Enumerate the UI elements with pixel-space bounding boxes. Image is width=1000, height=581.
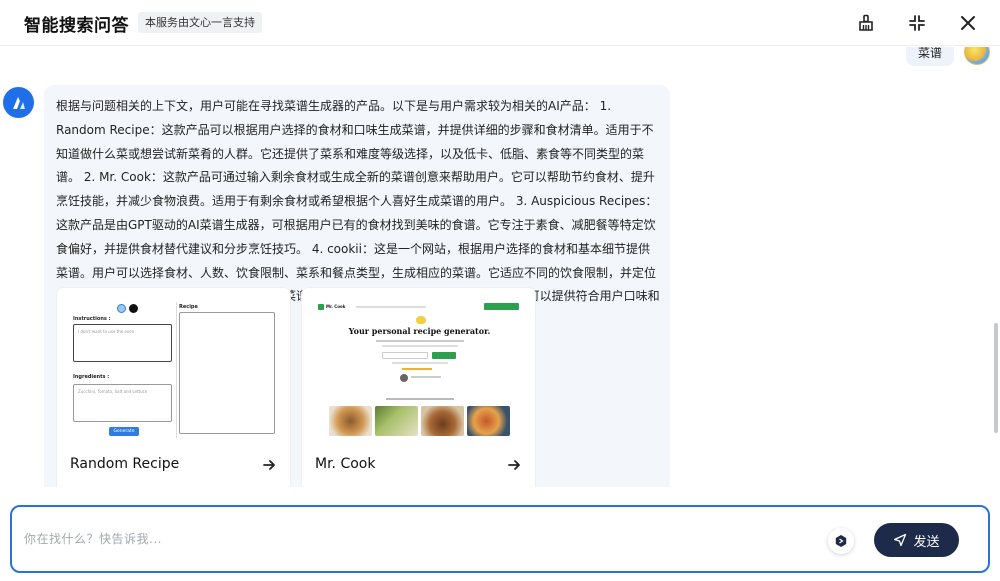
scrollbar-thumb[interactable]: [994, 323, 998, 433]
message-input[interactable]: [24, 507, 804, 571]
chat-area: 菜谱 根据与问题相关的上下文，用户可能在寻找菜谱生成器的产品。以下是与用户需求较…: [0, 47, 1000, 487]
product-thumbnail: Mr. Cook Your personal recipe generator.: [316, 302, 523, 438]
broom-icon[interactable]: [855, 12, 877, 34]
powered-by-badge: 本服务由文心一言支持: [138, 12, 262, 33]
bot-message-bubble: 根据与问题相关的上下文，用户可能在寻找菜谱生成器的产品。以下是与用户需求较为相关…: [44, 85, 670, 487]
card-title: Mr. Cook: [315, 456, 376, 472]
product-cards: Instructions : I don't want to use the o…: [56, 287, 536, 487]
product-thumbnail: Instructions : I don't want to use the o…: [71, 302, 278, 438]
thumb-headline: Your personal recipe generator.: [348, 326, 491, 336]
arrow-right-icon: [508, 460, 520, 470]
recipe-label: Recipe: [179, 304, 198, 310]
arrow-right-icon: [263, 460, 275, 470]
send-label: 发送: [913, 534, 940, 550]
user-message-bubble: 菜谱: [905, 47, 954, 66]
bot-avatar: [3, 87, 34, 118]
send-button[interactable]: 发送: [874, 523, 959, 557]
generate-label: Generate: [109, 427, 139, 436]
brand-label: Mr. Cook: [326, 303, 346, 309]
ingredients-label: Ingredients :: [73, 374, 110, 380]
chat-scrollbar[interactable]: [992, 47, 1000, 487]
collapse-icon[interactable]: [906, 12, 928, 34]
product-card-mr-cook[interactable]: Mr. Cook Your personal recipe generator.: [301, 287, 536, 487]
user-avatar: [964, 47, 990, 65]
logo-icon: [12, 96, 25, 109]
card-title: Random Recipe: [70, 456, 180, 472]
message-input-box: 发送: [10, 505, 990, 573]
close-icon[interactable]: [957, 12, 979, 34]
app-window: 智能搜索问答 本服务由文心一言支持 菜谱 根据与问题相关的上下文，用户可能在寻找…: [0, 0, 1000, 581]
header: 智能搜索问答 本服务由文心一言支持: [0, 0, 1000, 46]
user-message-row: 菜谱: [905, 47, 990, 67]
instructions-label: Instructions :: [73, 316, 111, 322]
send-icon: [894, 533, 907, 547]
plugin-icon: [835, 535, 847, 547]
page-title: 智能搜索问答: [24, 16, 129, 36]
plugin-button[interactable]: [828, 528, 854, 554]
product-card-random-recipe[interactable]: Instructions : I don't want to use the o…: [56, 287, 291, 487]
